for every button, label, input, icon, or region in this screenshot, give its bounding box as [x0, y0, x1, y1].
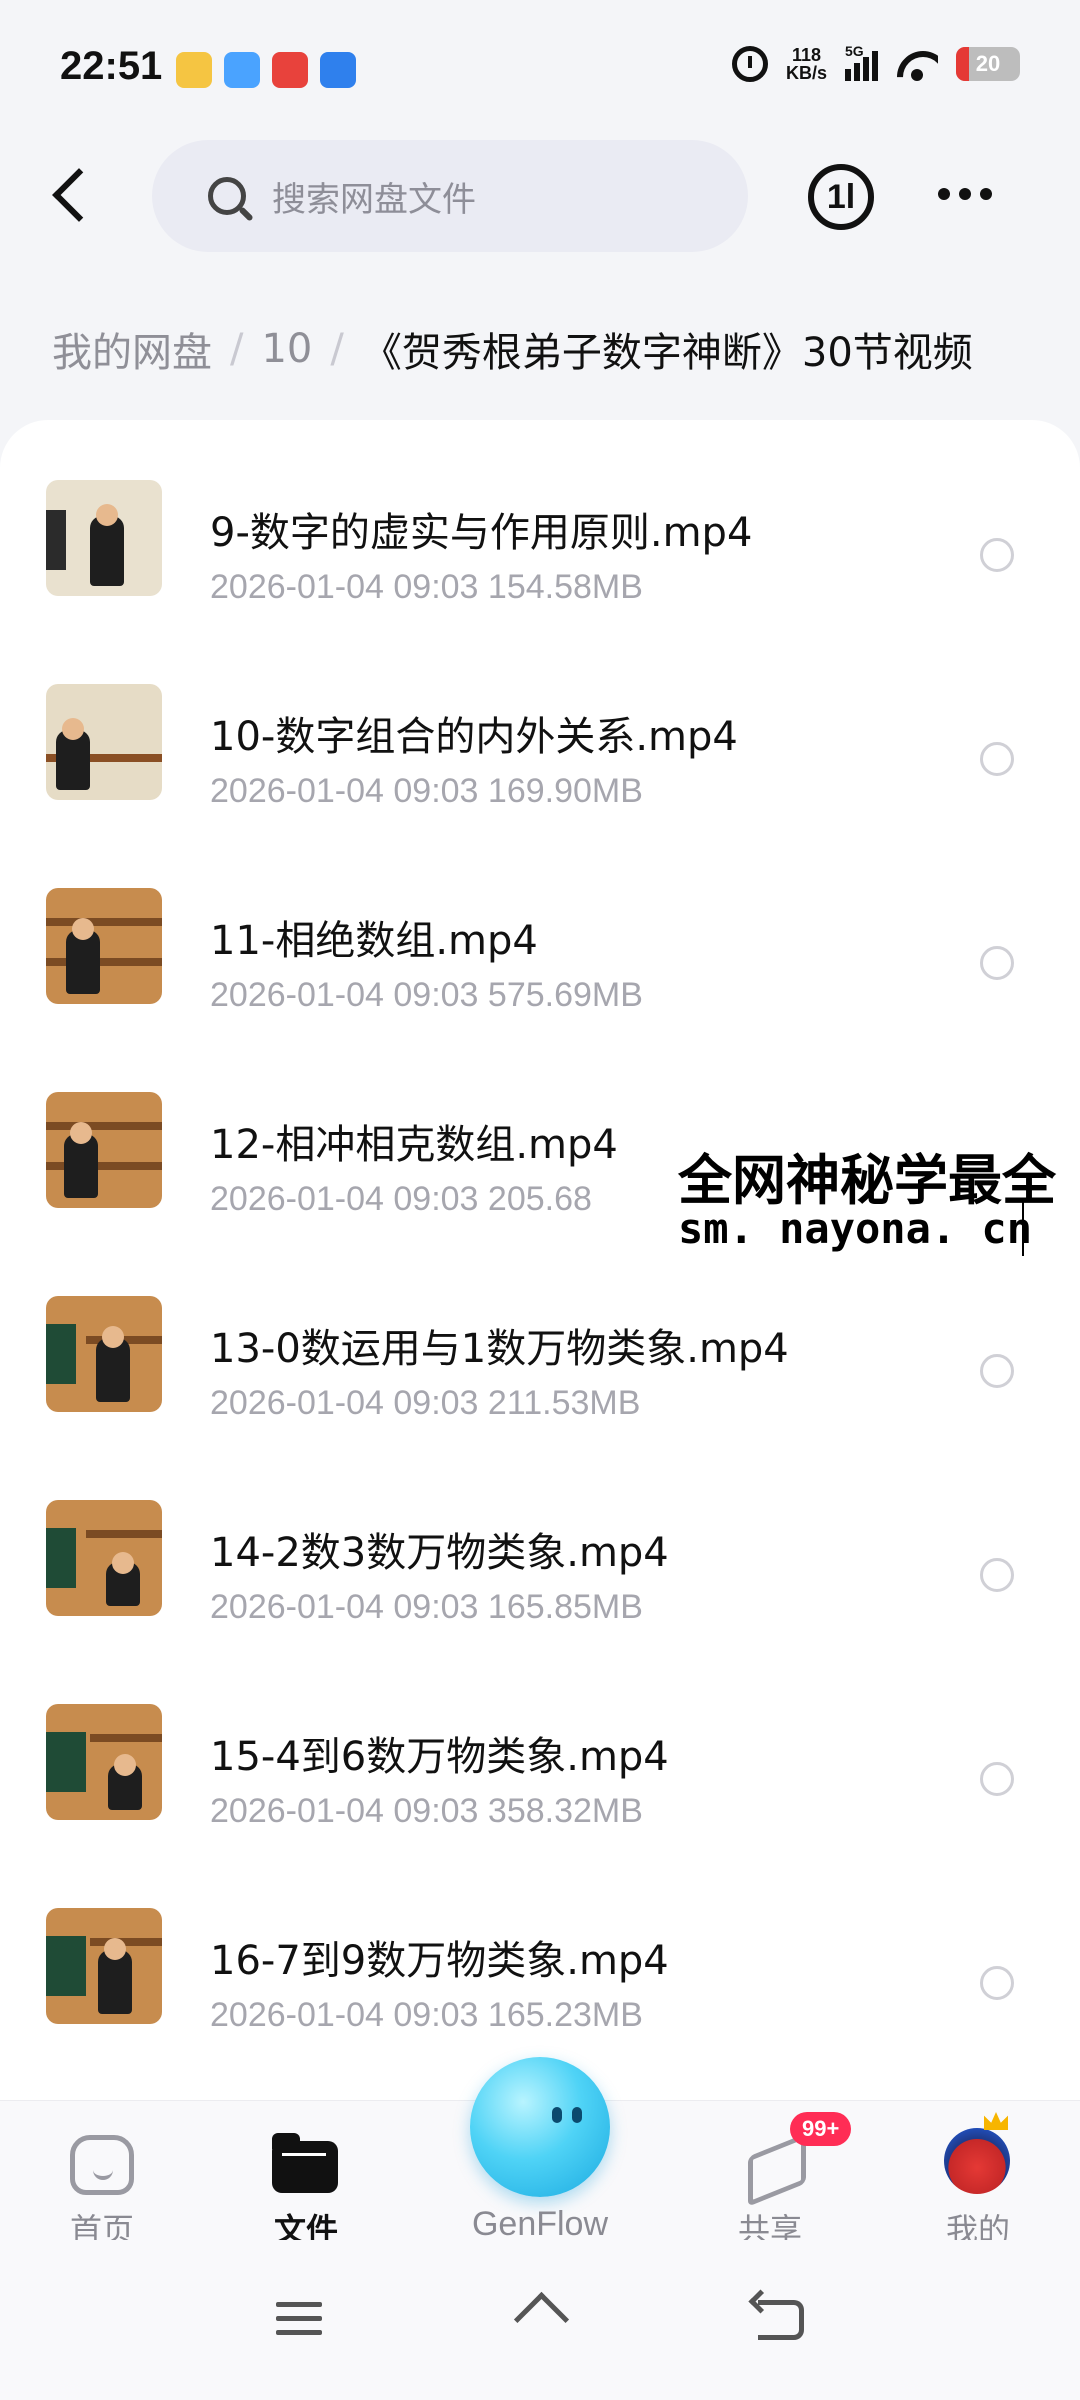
select-radio[interactable] [980, 538, 1014, 572]
video-thumbnail [46, 1908, 162, 2024]
file-meta: 2026-01-04 09:03 169.90MB [210, 772, 643, 810]
watermark-url: sm. nayona. cn [678, 1204, 1033, 1253]
wifi-icon [896, 47, 938, 81]
status-bar: 22:51 118 KB/s 5G 20 [0, 0, 1080, 140]
sync-icon[interactable]: 1l [808, 164, 874, 230]
alarm-icon [731, 46, 768, 82]
home-icon [70, 2135, 134, 2195]
security-app-icon [320, 52, 356, 88]
breadcrumb-folder-10[interactable]: 10 [261, 326, 312, 372]
file-name: 13-0数运用与1数万物类象.mp4 [210, 1326, 789, 1372]
folder-icon [272, 2133, 338, 2193]
video-thumbnail [46, 1500, 162, 1616]
list-item[interactable]: 14-2数3数万物类象.mp4 2026-01-04 09:03 165.85M… [0, 1440, 1080, 1644]
genflow-app-icon [224, 52, 260, 88]
file-meta: 2026-01-04 09:03 205.68 [210, 1180, 592, 1218]
network-type: 5G [845, 43, 864, 59]
search-input[interactable]: 搜索网盘文件 [272, 172, 476, 221]
net-speed-unit: KB/s [785, 63, 827, 83]
share-badge: 99+ [790, 2112, 852, 2146]
system-nav-bar [0, 2240, 1080, 2400]
file-meta: 2026-01-04 09:03 165.23MB [210, 1996, 643, 2034]
notification-app-icons [176, 52, 356, 88]
file-meta: 2026-01-04 09:03 154.58MB [210, 568, 643, 606]
list-item[interactable]: 9-数字的虚实与作用原则.mp4 2026-01-04 09:03 154.58… [0, 420, 1080, 624]
select-radio[interactable] [980, 1558, 1014, 1592]
file-name: 15-4到6数万物类象.mp4 [210, 1734, 669, 1780]
select-radio[interactable] [980, 1966, 1014, 2000]
back-nav-icon[interactable] [758, 2300, 804, 2340]
watermark-overlay: 全网神秘学最全 sm. nayona. cn [674, 1128, 1080, 1264]
video-thumbnail [46, 684, 162, 800]
back-button[interactable] [40, 160, 100, 232]
genflow-icon[interactable] [470, 2057, 610, 2197]
file-name: 16-7到9数万物类象.mp4 [210, 1938, 669, 1984]
shopping-app-icon [272, 52, 308, 88]
list-item[interactable]: 13-0数运用与1数万物类象.mp4 2026-01-04 09:03 211.… [0, 1236, 1080, 1440]
status-time: 22:51 [60, 44, 163, 88]
file-name: 9-数字的虚实与作用原则.mp4 [210, 510, 753, 556]
more-options-icon[interactable] [938, 188, 992, 200]
home-button-icon[interactable] [514, 2298, 566, 2338]
file-name: 10-数字组合的内外关系.mp4 [210, 714, 738, 760]
bottom-nav: 首页 文件 GenFlow 共享 我的 [0, 2057, 1080, 2249]
avatar[interactable] [944, 2128, 1010, 2194]
breadcrumb-current: 《贺秀根弟子数字神断》30节视频 [361, 330, 973, 376]
file-meta: 2026-01-04 09:03 165.85MB [210, 1588, 643, 1626]
file-meta: 2026-01-04 09:03 211.53MB [210, 1384, 641, 1422]
file-name: 12-相冲相克数组.mp4 [210, 1122, 618, 1168]
list-item[interactable]: 10-数字组合的内外关系.mp4 2026-01-04 09:03 169.90… [0, 624, 1080, 828]
breadcrumb: 我的网盘 / 10 / 《贺秀根弟子数字神断》30节视频 [52, 320, 973, 378]
breadcrumb-root[interactable]: 我的网盘 [52, 320, 212, 378]
file-meta: 2026-01-04 09:03 575.69MB [210, 976, 643, 1014]
file-meta: 2026-01-04 09:03 358.32MB [210, 1792, 643, 1830]
battery-icon: 20 [956, 47, 1020, 81]
signal-5g-icon: 5G [845, 43, 878, 81]
video-thumbnail [46, 480, 162, 596]
status-indicators: 118 KB/s 5G 20 [731, 43, 1020, 82]
list-item[interactable]: 16-7到9数万物类象.mp4 2026-01-04 09:03 165.23M… [0, 1848, 1080, 2052]
list-item[interactable]: 15-4到6数万物类象.mp4 2026-01-04 09:03 358.32M… [0, 1644, 1080, 1848]
list-item[interactable]: 11-相绝数组.mp4 2026-01-04 09:03 575.69MB [0, 828, 1080, 1032]
battery-level: 20 [975, 51, 1001, 76]
select-radio[interactable] [980, 1762, 1014, 1796]
video-thumbnail [46, 1092, 162, 1208]
select-radio[interactable] [980, 742, 1014, 776]
file-name: 11-相绝数组.mp4 [210, 918, 538, 964]
text-cursor [1022, 1202, 1024, 1256]
tab-genflow-label[interactable]: GenFlow [440, 2205, 640, 2244]
video-thumbnail [46, 888, 162, 1004]
share-plane-icon [742, 2133, 802, 2193]
search-icon [208, 177, 246, 215]
breadcrumb-separator: / [330, 326, 344, 372]
select-radio[interactable] [980, 946, 1014, 980]
notes-app-icon [176, 52, 212, 88]
tab-files[interactable]: 文件 [226, 2101, 386, 2249]
breadcrumb-separator: / [230, 326, 244, 372]
net-speed-value: 118 [791, 45, 822, 65]
video-thumbnail [46, 1296, 162, 1412]
tab-home[interactable]: 首页 [22, 2101, 182, 2249]
net-speed: 118 KB/s [786, 46, 827, 82]
file-name: 14-2数3数万物类象.mp4 [210, 1530, 669, 1576]
video-thumbnail [46, 1704, 162, 1820]
menu-icon[interactable] [276, 2302, 322, 2336]
search-bar[interactable]: 搜索网盘文件 [152, 140, 748, 252]
select-radio[interactable] [980, 1354, 1014, 1388]
